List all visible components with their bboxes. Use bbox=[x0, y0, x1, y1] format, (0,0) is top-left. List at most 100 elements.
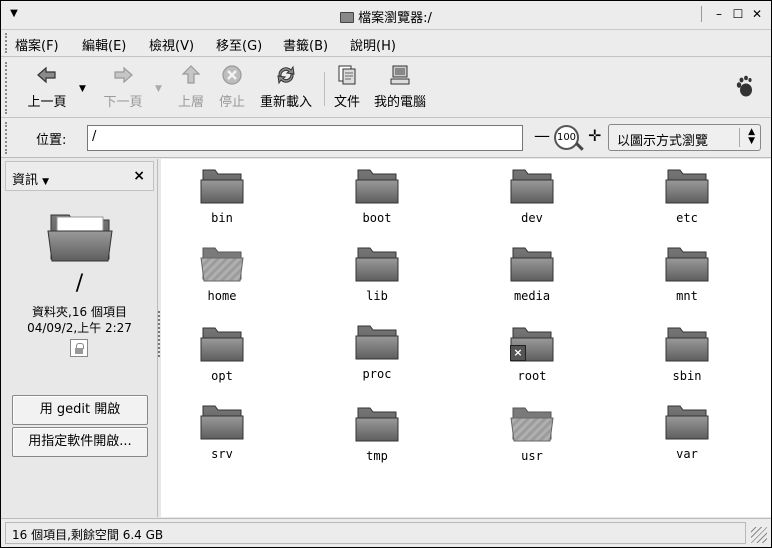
magnifier-handle bbox=[575, 142, 584, 151]
stop-button[interactable]: 停止 bbox=[214, 64, 250, 110]
reload-button[interactable]: 重新載入 bbox=[255, 64, 317, 110]
open-with-other-button[interactable]: 用指定軟件開啟... bbox=[12, 427, 148, 457]
folder-label: var bbox=[676, 447, 698, 461]
folder-item[interactable]: etc bbox=[632, 167, 742, 225]
folder-icon bbox=[340, 12, 355, 23]
maximize-icon[interactable]: ☐ bbox=[730, 6, 746, 22]
zoom-level[interactable]: 100 bbox=[554, 125, 579, 150]
toolbar-grip[interactable] bbox=[5, 62, 9, 114]
folder-item[interactable]: home bbox=[167, 245, 277, 303]
reload-icon bbox=[277, 65, 295, 85]
view-mode-value: 以圖示方式瀏覽 bbox=[617, 134, 709, 149]
open-with-gedit-button[interactable]: 用 gedit 開啟 bbox=[12, 395, 148, 425]
up-arrow-icon bbox=[181, 65, 201, 84]
side-pane-header: 資訊 ▼ × bbox=[5, 161, 154, 191]
pane-resize-handle[interactable] bbox=[158, 311, 160, 357]
folder-modified-date: 04/09/2,上午 2:27 bbox=[27, 321, 132, 335]
file-browser-window: ▼ 檔案瀏覽器:/ – ☐ ✕ 檔案(F) 編輯(E) 檢視(V) 移至(G) … bbox=[0, 0, 772, 548]
folder-label: dev bbox=[521, 211, 543, 225]
close-icon[interactable]: × bbox=[133, 168, 145, 184]
folder-item[interactable]: proc bbox=[322, 323, 432, 381]
back-button[interactable]: 上一頁 bbox=[23, 64, 71, 110]
folder-icon bbox=[665, 405, 709, 440]
reload-label: 重新載入 bbox=[259, 95, 312, 110]
folder-item[interactable]: tmp bbox=[322, 405, 432, 463]
forward-button[interactable]: 下一頁 bbox=[99, 64, 147, 110]
folder-label: media bbox=[513, 289, 551, 303]
home-folder-icon bbox=[200, 247, 244, 282]
window-controls: – ☐ ✕ bbox=[701, 6, 765, 22]
status-bar: 16 個項目,剩餘空間 6.4 GB bbox=[1, 518, 771, 547]
lock-icon bbox=[70, 339, 88, 357]
folder-item[interactable]: usr bbox=[477, 405, 587, 463]
folder-label: home bbox=[207, 289, 237, 303]
computer-icon bbox=[390, 65, 410, 85]
menu-edit[interactable]: 編輯(E) bbox=[82, 35, 126, 54]
forward-label: 下一頁 bbox=[103, 95, 143, 110]
locationbar-grip[interactable] bbox=[5, 122, 9, 154]
divider bbox=[701, 6, 702, 22]
status-text: 16 個項目,剩餘空間 6.4 GB bbox=[5, 522, 746, 544]
toolbar: 上一頁 ▼ 下一頁 ▼ 上層 停止 重新載入 文件 我的電腦 bbox=[1, 58, 771, 118]
stop-label: 停止 bbox=[218, 95, 245, 110]
view-mode-select[interactable]: 以圖示方式瀏覽 ▲ ▼ bbox=[608, 124, 761, 151]
folder-item[interactable]: lib bbox=[322, 245, 432, 303]
folder-item-count: 資料夾,16 個項目 bbox=[32, 305, 127, 319]
updown-arrows-icon: ▲ ▼ bbox=[748, 127, 755, 146]
up-button[interactable]: 上層 bbox=[173, 64, 209, 110]
location-input[interactable]: / bbox=[87, 125, 523, 151]
side-pane-selector[interactable]: 資訊 ▼ bbox=[12, 169, 49, 188]
computer-button[interactable]: 我的電腦 bbox=[370, 64, 430, 110]
location-bar: 位置: / — 100 ✛ 以圖示方式瀏覽 ▲ ▼ bbox=[1, 118, 771, 158]
title-bar: ▼ 檔案瀏覽器:/ – ☐ ✕ bbox=[1, 1, 771, 30]
documents-icon bbox=[338, 65, 356, 85]
back-arrow-icon bbox=[37, 66, 56, 84]
folder-item[interactable]: mnt bbox=[632, 245, 742, 303]
folder-icon bbox=[355, 247, 399, 282]
menu-bookmarks[interactable]: 書籤(B) bbox=[283, 35, 328, 54]
folder-label: sbin bbox=[672, 369, 702, 383]
menubar-grip[interactable] bbox=[5, 33, 9, 53]
folder-icon bbox=[355, 169, 399, 204]
folder-item[interactable]: × root bbox=[477, 325, 587, 383]
folder-label: boot bbox=[362, 211, 392, 225]
menu-go[interactable]: 移至(G) bbox=[216, 35, 262, 54]
back-history-dropdown-icon[interactable]: ▼ bbox=[79, 84, 86, 94]
folder-label: proc bbox=[362, 367, 392, 381]
folder-item[interactable]: bin bbox=[167, 167, 277, 225]
icon-view[interactable]: bin boot dev etc home lib media mnt opt … bbox=[161, 159, 771, 517]
folder-item[interactable]: var bbox=[632, 403, 742, 461]
close-icon[interactable]: ✕ bbox=[749, 6, 765, 22]
documents-button[interactable]: 文件 bbox=[331, 64, 363, 110]
folder-item[interactable]: dev bbox=[477, 167, 587, 225]
folder-icon bbox=[510, 247, 554, 282]
minimize-icon[interactable]: – bbox=[711, 6, 727, 22]
forward-arrow-icon bbox=[114, 66, 133, 84]
gnome-foot-icon bbox=[736, 75, 752, 97]
folder-label: etc bbox=[676, 211, 698, 225]
location-label: 位置: bbox=[36, 133, 67, 148]
folder-icon bbox=[665, 327, 709, 362]
folder-item[interactable]: opt bbox=[167, 325, 277, 383]
zoom-in-icon[interactable]: ✛ bbox=[588, 126, 601, 145]
resize-grip-icon[interactable] bbox=[751, 527, 767, 543]
folder-item[interactable]: sbin bbox=[632, 325, 742, 383]
folder-item[interactable]: media bbox=[477, 245, 587, 303]
folder-icon bbox=[355, 325, 399, 360]
menu-help[interactable]: 說明(H) bbox=[350, 35, 396, 54]
forward-history-dropdown-icon[interactable]: ▼ bbox=[155, 84, 162, 94]
folder-label: bin bbox=[211, 211, 233, 225]
folder-item[interactable]: srv bbox=[167, 403, 277, 461]
menu-bar: 檔案(F) 編輯(E) 檢視(V) 移至(G) 書籤(B) 說明(H) bbox=[1, 30, 771, 57]
folder-label: mnt bbox=[676, 289, 698, 303]
folder-icon bbox=[200, 327, 244, 362]
folder-label: lib bbox=[366, 289, 388, 303]
up-label: 上層 bbox=[177, 95, 204, 110]
folder-item[interactable]: boot bbox=[322, 167, 432, 225]
folder-icon bbox=[665, 169, 709, 204]
menu-view[interactable]: 檢視(V) bbox=[149, 35, 194, 54]
folder-icon bbox=[200, 405, 244, 440]
menu-file[interactable]: 檔案(F) bbox=[15, 35, 59, 54]
zoom-out-icon[interactable]: — bbox=[534, 126, 550, 145]
window-title-text: 檔案瀏覽器:/ bbox=[358, 11, 432, 26]
